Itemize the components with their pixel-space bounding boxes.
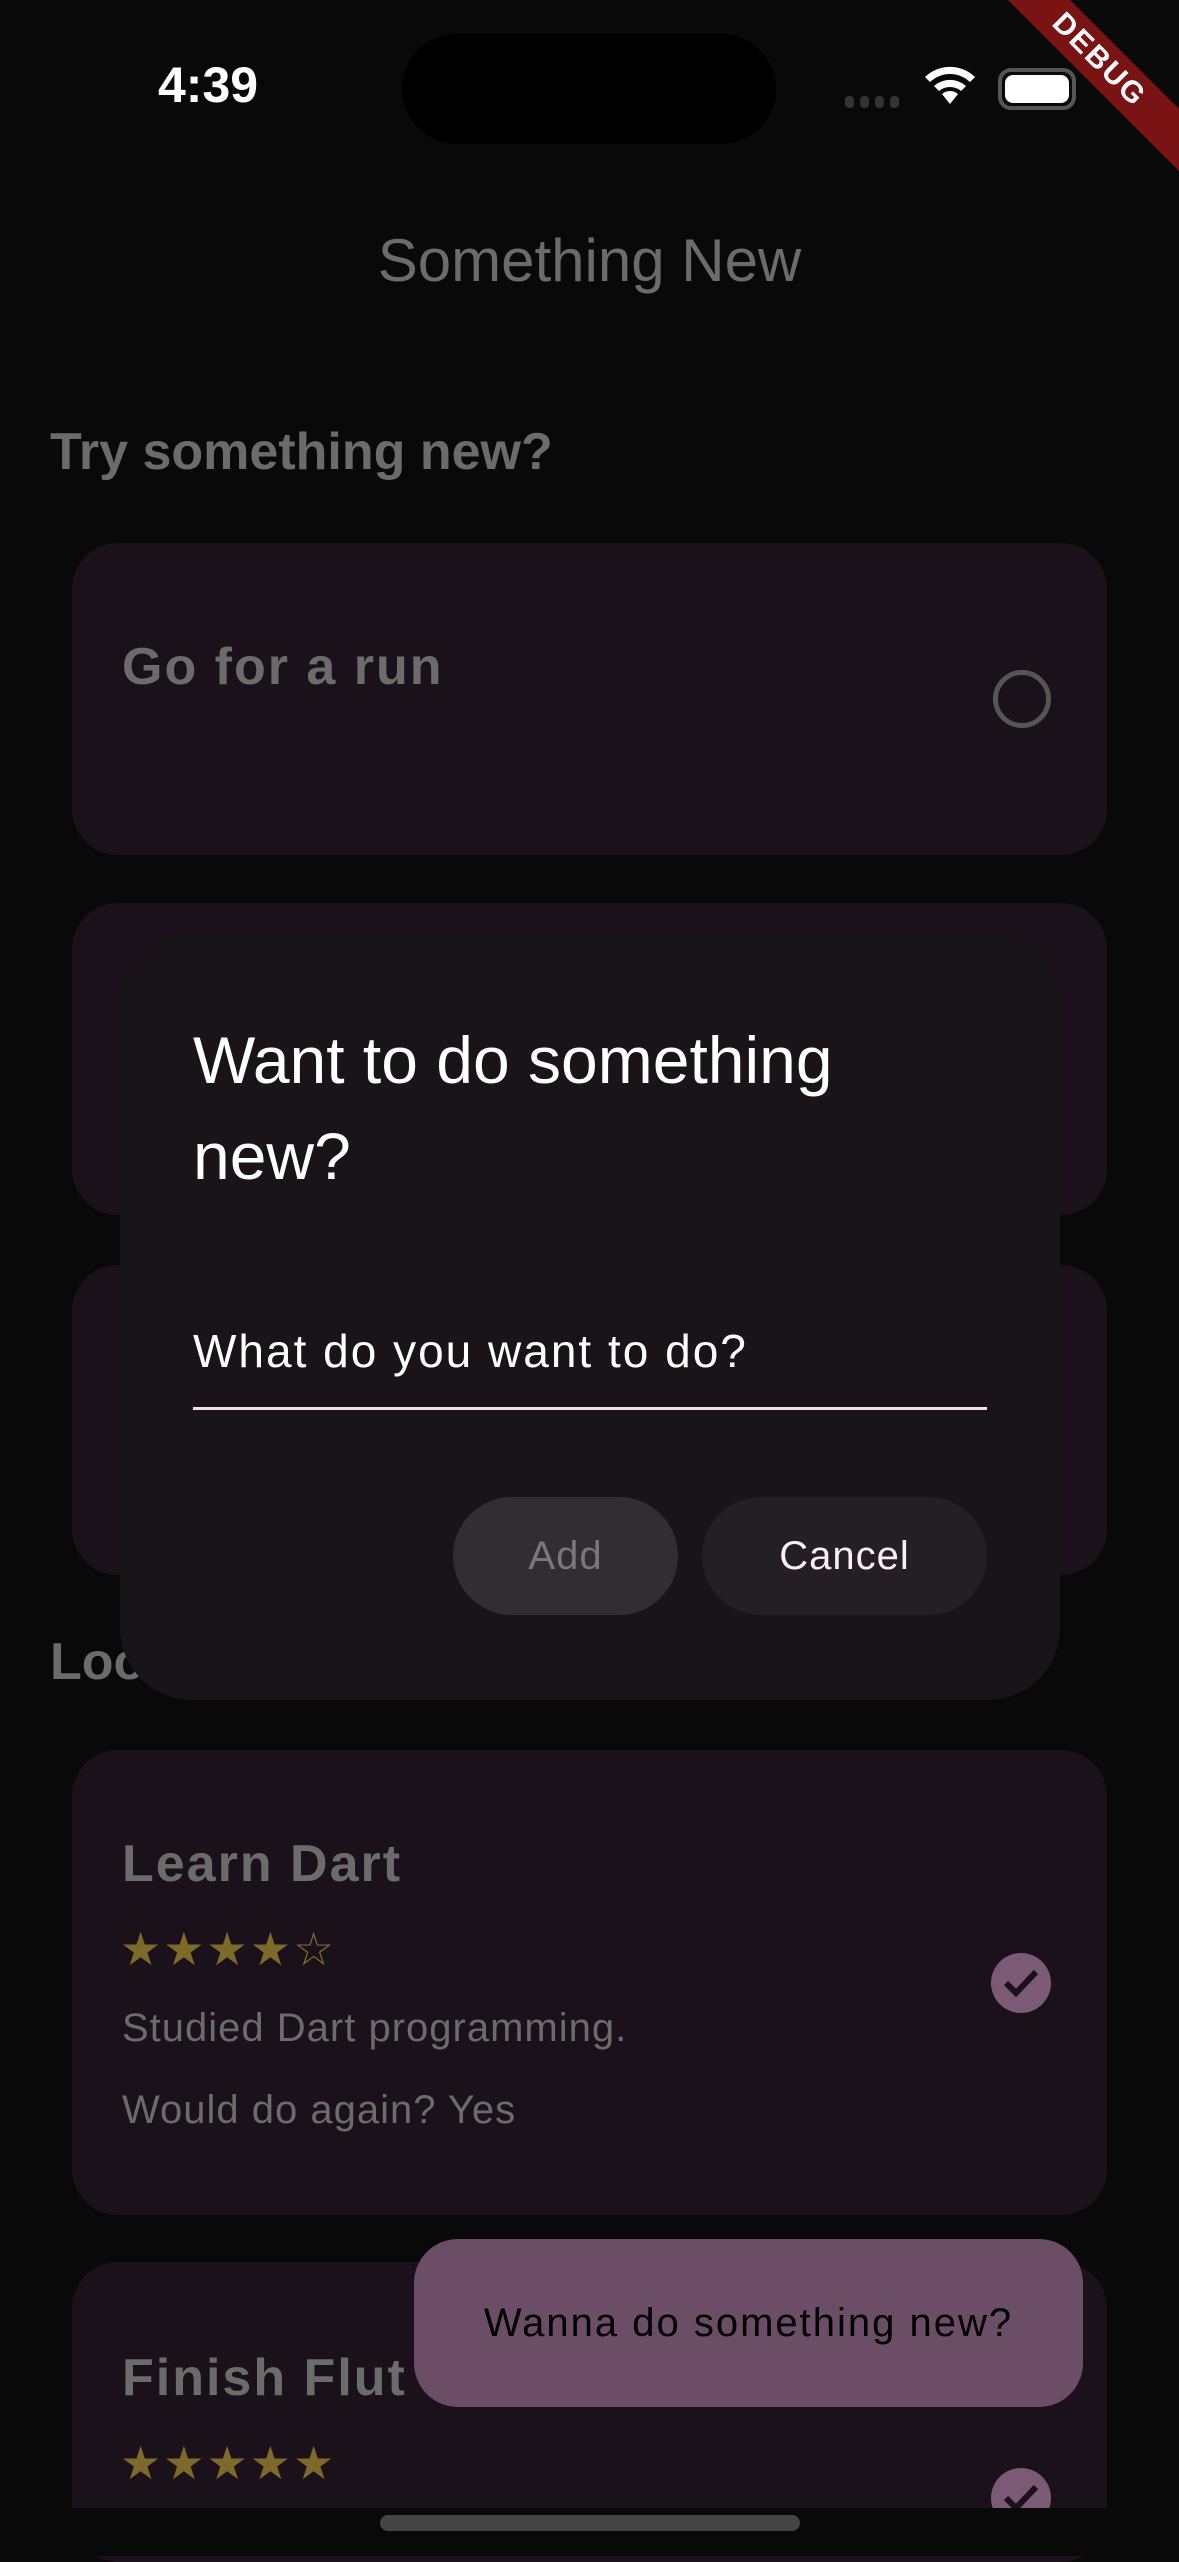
cancel-button[interactable]: Cancel — [702, 1497, 987, 1615]
add-dialog: Want to do something new? Add Cancel — [120, 934, 1060, 1700]
dialog-title: Want to do something new? — [193, 1023, 833, 1193]
check-icon[interactable] — [991, 1953, 1051, 2013]
radio-unchecked-icon[interactable] — [993, 670, 1051, 728]
page-title: Something New — [377, 227, 802, 294]
todo-title: Go for a run — [122, 638, 444, 696]
wifi-icon — [925, 66, 975, 104]
battery-icon — [998, 68, 1076, 110]
star-rating: ★★★★★ — [120, 2437, 337, 2489]
activity-input[interactable] — [193, 1294, 987, 1410]
add-button[interactable]: Add — [453, 1497, 678, 1615]
done-card[interactable]: Learn Dart ★★★★☆ Studied Dart programmin… — [72, 1750, 1107, 2215]
snackbar: Wanna do something new? — [414, 2239, 1083, 2407]
done-description: Studied Dart programming. — [122, 2006, 628, 2050]
section-heading-try: Try something new? — [50, 423, 553, 481]
status-time: 4:39 — [158, 57, 259, 113]
done-again: Would do again? Yes — [122, 2088, 517, 2132]
snackbar-message: Wanna do something new? — [483, 2300, 1014, 2345]
star-rating: ★★★★☆ — [120, 1923, 337, 1975]
done-title: Finish Flut — [122, 2349, 407, 2407]
done-title: Learn Dart — [122, 1835, 403, 1893]
signal-icon — [845, 96, 899, 108]
home-indicator[interactable] — [380, 2515, 800, 2531]
todo-card[interactable]: Go for a run — [72, 543, 1107, 855]
dynamic-island — [402, 34, 776, 144]
